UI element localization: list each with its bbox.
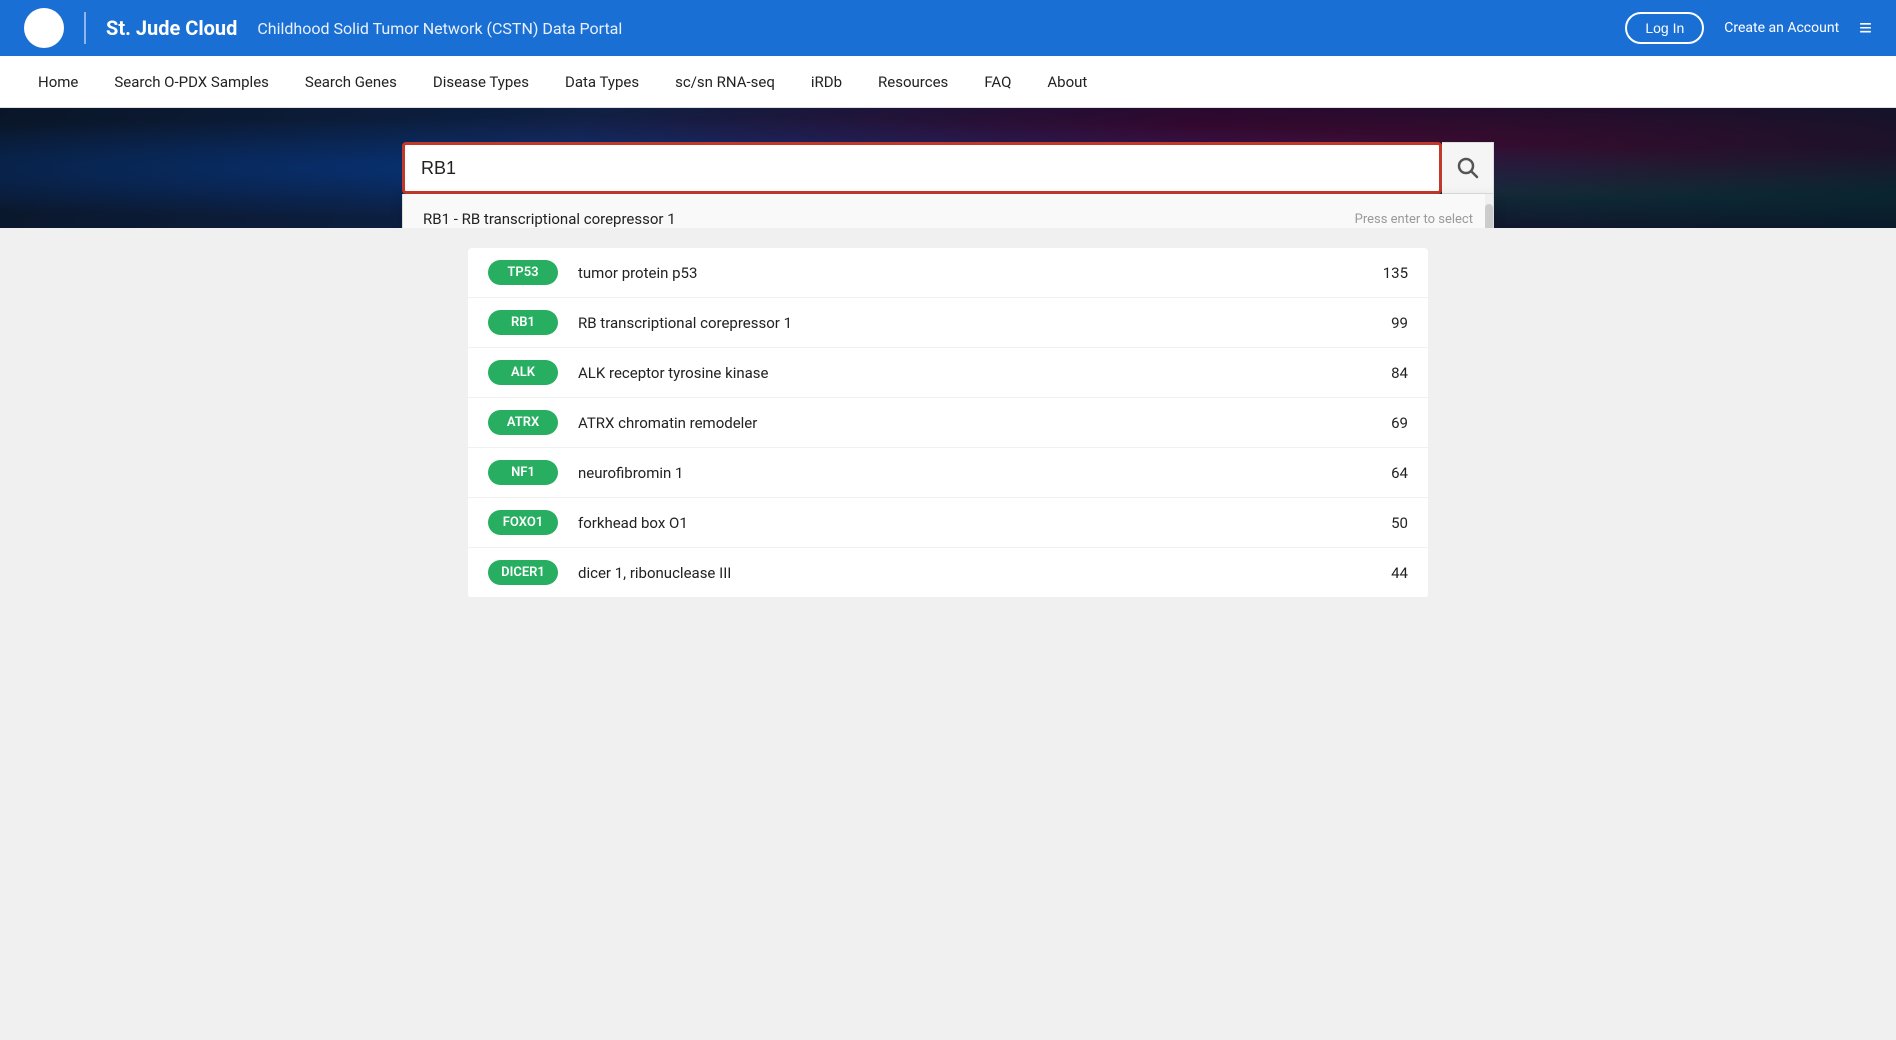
gene-name-5: forkhead box O1 (578, 514, 1348, 532)
gene-table: TP53 tumor protein p53 135 RB1 RB transc… (468, 248, 1428, 598)
content-area: TP53 tumor protein p53 135 RB1 RB transc… (0, 228, 1896, 828)
gene-count-0: 135 (1368, 264, 1408, 282)
login-button[interactable]: Log In (1625, 12, 1704, 44)
header-subtitle: Childhood Solid Tumor Network (CSTN) Dat… (257, 19, 622, 38)
gene-tag-5[interactable]: FOXO1 (488, 510, 558, 535)
nav-item-disease-types[interactable]: Disease Types (415, 56, 547, 108)
gene-row-4: NF1 neurofibromin 1 64 (468, 448, 1428, 498)
gene-row-0: TP53 tumor protein p53 135 (468, 248, 1428, 298)
gene-name-0: tumor protein p53 (578, 264, 1348, 282)
search-input[interactable] (402, 142, 1442, 194)
hamburger-menu-icon[interactable]: ≡ (1859, 15, 1872, 41)
gene-tag-6[interactable]: DICER1 (488, 560, 558, 585)
gene-tag-4[interactable]: NF1 (488, 460, 558, 485)
gene-count-3: 69 (1368, 414, 1408, 432)
gene-row-5: FOXO1 forkhead box O1 50 (468, 498, 1428, 548)
search-dropdown: RB1 - RB transcriptional corepressor 1 P… (402, 194, 1494, 228)
gene-tag-1[interactable]: RB1 (488, 310, 558, 335)
press-enter-hint: Press enter to select (1355, 212, 1473, 227)
nav-item-irdb[interactable]: iRDb (793, 56, 860, 108)
dropdown-item-0[interactable]: RB1 - RB transcriptional corepressor 1 P… (403, 194, 1493, 228)
top-header: St. Jude Cloud Childhood Solid Tumor Net… (0, 0, 1896, 56)
gene-count-6: 44 (1368, 564, 1408, 582)
create-account-link[interactable]: Create an Account (1724, 20, 1839, 36)
search-container: RB1 - RB transcriptional corepressor 1 P… (402, 142, 1494, 194)
gene-count-5: 50 (1368, 514, 1408, 532)
gene-name-1: RB transcriptional corepressor 1 (578, 314, 1348, 332)
gene-tag-0[interactable]: TP53 (488, 260, 558, 285)
logo-icon (24, 8, 64, 48)
gene-row-2: ALK ALK receptor tyrosine kinase 84 (468, 348, 1428, 398)
nav-item-about[interactable]: About (1029, 56, 1105, 108)
header-divider (84, 12, 86, 44)
gene-row-6: DICER1 dicer 1, ribonuclease III 44 (468, 548, 1428, 598)
brand-name: St. Jude Cloud (106, 16, 237, 40)
gene-name-6: dicer 1, ribonuclease III (578, 564, 1348, 582)
gene-name-2: ALK receptor tyrosine kinase (578, 364, 1348, 382)
nav-item-search-opdx[interactable]: Search O-PDX Samples (96, 56, 287, 108)
nav-bar: Home Search O-PDX Samples Search Genes D… (0, 56, 1896, 108)
gene-tag-2[interactable]: ALK (488, 360, 558, 385)
dropdown-scrollbar[interactable] (1485, 194, 1493, 228)
gene-count-1: 99 (1368, 314, 1408, 332)
nav-item-home[interactable]: Home (20, 56, 96, 108)
gene-name-4: neurofibromin 1 (578, 464, 1348, 482)
nav-item-search-genes[interactable]: Search Genes (287, 56, 415, 108)
nav-item-faq[interactable]: FAQ (966, 56, 1029, 108)
nav-item-resources[interactable]: Resources (860, 56, 966, 108)
gene-count-2: 84 (1368, 364, 1408, 382)
search-button[interactable] (1442, 142, 1494, 194)
header-left: St. Jude Cloud Childhood Solid Tumor Net… (24, 8, 622, 48)
hero-section: RB1 - RB transcriptional corepressor 1 P… (0, 108, 1896, 228)
dropdown-item-text-0: RB1 - RB transcriptional corepressor 1 (423, 210, 676, 228)
gene-count-4: 64 (1368, 464, 1408, 482)
gene-tag-3[interactable]: ATRX (488, 410, 558, 435)
search-wrapper: RB1 - RB transcriptional corepressor 1 P… (402, 142, 1442, 194)
nav-item-rna-seq[interactable]: sc/sn RNA-seq (657, 56, 793, 108)
gene-name-3: ATRX chromatin remodeler (578, 414, 1348, 432)
gene-row-1: RB1 RB transcriptional corepressor 1 99 (468, 298, 1428, 348)
scrollbar-thumb (1485, 204, 1493, 228)
gene-row-3: ATRX ATRX chromatin remodeler 69 (468, 398, 1428, 448)
header-right: Log In Create an Account ≡ (1625, 12, 1872, 44)
nav-item-data-types[interactable]: Data Types (547, 56, 657, 108)
